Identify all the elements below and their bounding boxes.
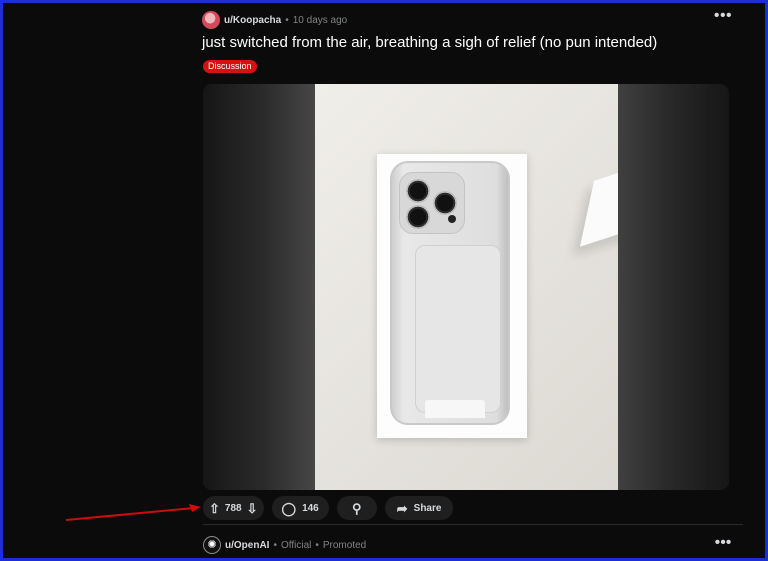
- meta-separator: •: [315, 539, 319, 551]
- award-icon: ⚲: [351, 500, 362, 516]
- post-image[interactable]: [203, 84, 729, 490]
- camera-flash: [448, 215, 456, 223]
- post-flair[interactable]: Discussion: [203, 60, 257, 73]
- feed-divider: [203, 524, 743, 525]
- share-icon: ➦: [396, 500, 408, 516]
- promoted-label: Promoted: [322, 539, 367, 551]
- award-button[interactable]: ⚲: [336, 496, 377, 520]
- post-more-options-button[interactable]: •••: [708, 8, 738, 29]
- vote-count: 788: [224, 502, 242, 514]
- official-label: Official: [280, 539, 312, 551]
- post-title[interactable]: just switched from the air, breathing a …: [202, 34, 657, 51]
- meta-separator: •: [285, 14, 289, 26]
- post-action-bar: ⇧ 788 ⇩ ◯ 146 ⚲ ➦ Share: [203, 496, 454, 520]
- post-username[interactable]: u/Koopacha: [224, 15, 281, 26]
- openai-logo-icon[interactable]: ✺: [203, 536, 221, 554]
- camera-bump: [399, 172, 465, 234]
- phone: [390, 161, 510, 425]
- downvote-icon[interactable]: ⇩: [247, 502, 258, 515]
- comment-count: 146: [302, 502, 319, 514]
- post-time: 10 days ago: [292, 14, 348, 26]
- camera-lens: [406, 205, 430, 229]
- share-label: Share: [413, 502, 442, 514]
- vote-pill: ⇧ 788 ⇩: [203, 496, 264, 520]
- phone-photo: [315, 84, 655, 490]
- comments-button[interactable]: ◯ 146: [271, 496, 329, 520]
- magsafe-charger: [415, 245, 501, 413]
- phone-tray: [377, 154, 527, 438]
- screenshot-frame: u/Koopacha • 10 days ago ••• just switch…: [0, 0, 768, 561]
- annotation-arrow-icon: [66, 504, 201, 521]
- tray-pull-tab: [425, 400, 485, 418]
- meta-separator: •: [273, 539, 277, 551]
- image-blur-right: [618, 84, 729, 490]
- promoted-post-header: ✺ u/OpenAI • Official • Promoted: [203, 535, 366, 555]
- comment-icon: ◯: [281, 500, 297, 516]
- share-button[interactable]: ➦ Share: [384, 496, 454, 520]
- post-header: u/Koopacha • 10 days ago: [202, 10, 347, 30]
- promoted-more-options-button[interactable]: •••: [708, 535, 738, 556]
- camera-lens: [406, 179, 430, 203]
- upvote-icon[interactable]: ⇧: [209, 502, 220, 515]
- promoted-username[interactable]: u/OpenAI: [225, 540, 269, 551]
- image-blur-left: [203, 84, 315, 490]
- camera-lens: [433, 191, 457, 215]
- user-avatar[interactable]: [202, 11, 220, 29]
